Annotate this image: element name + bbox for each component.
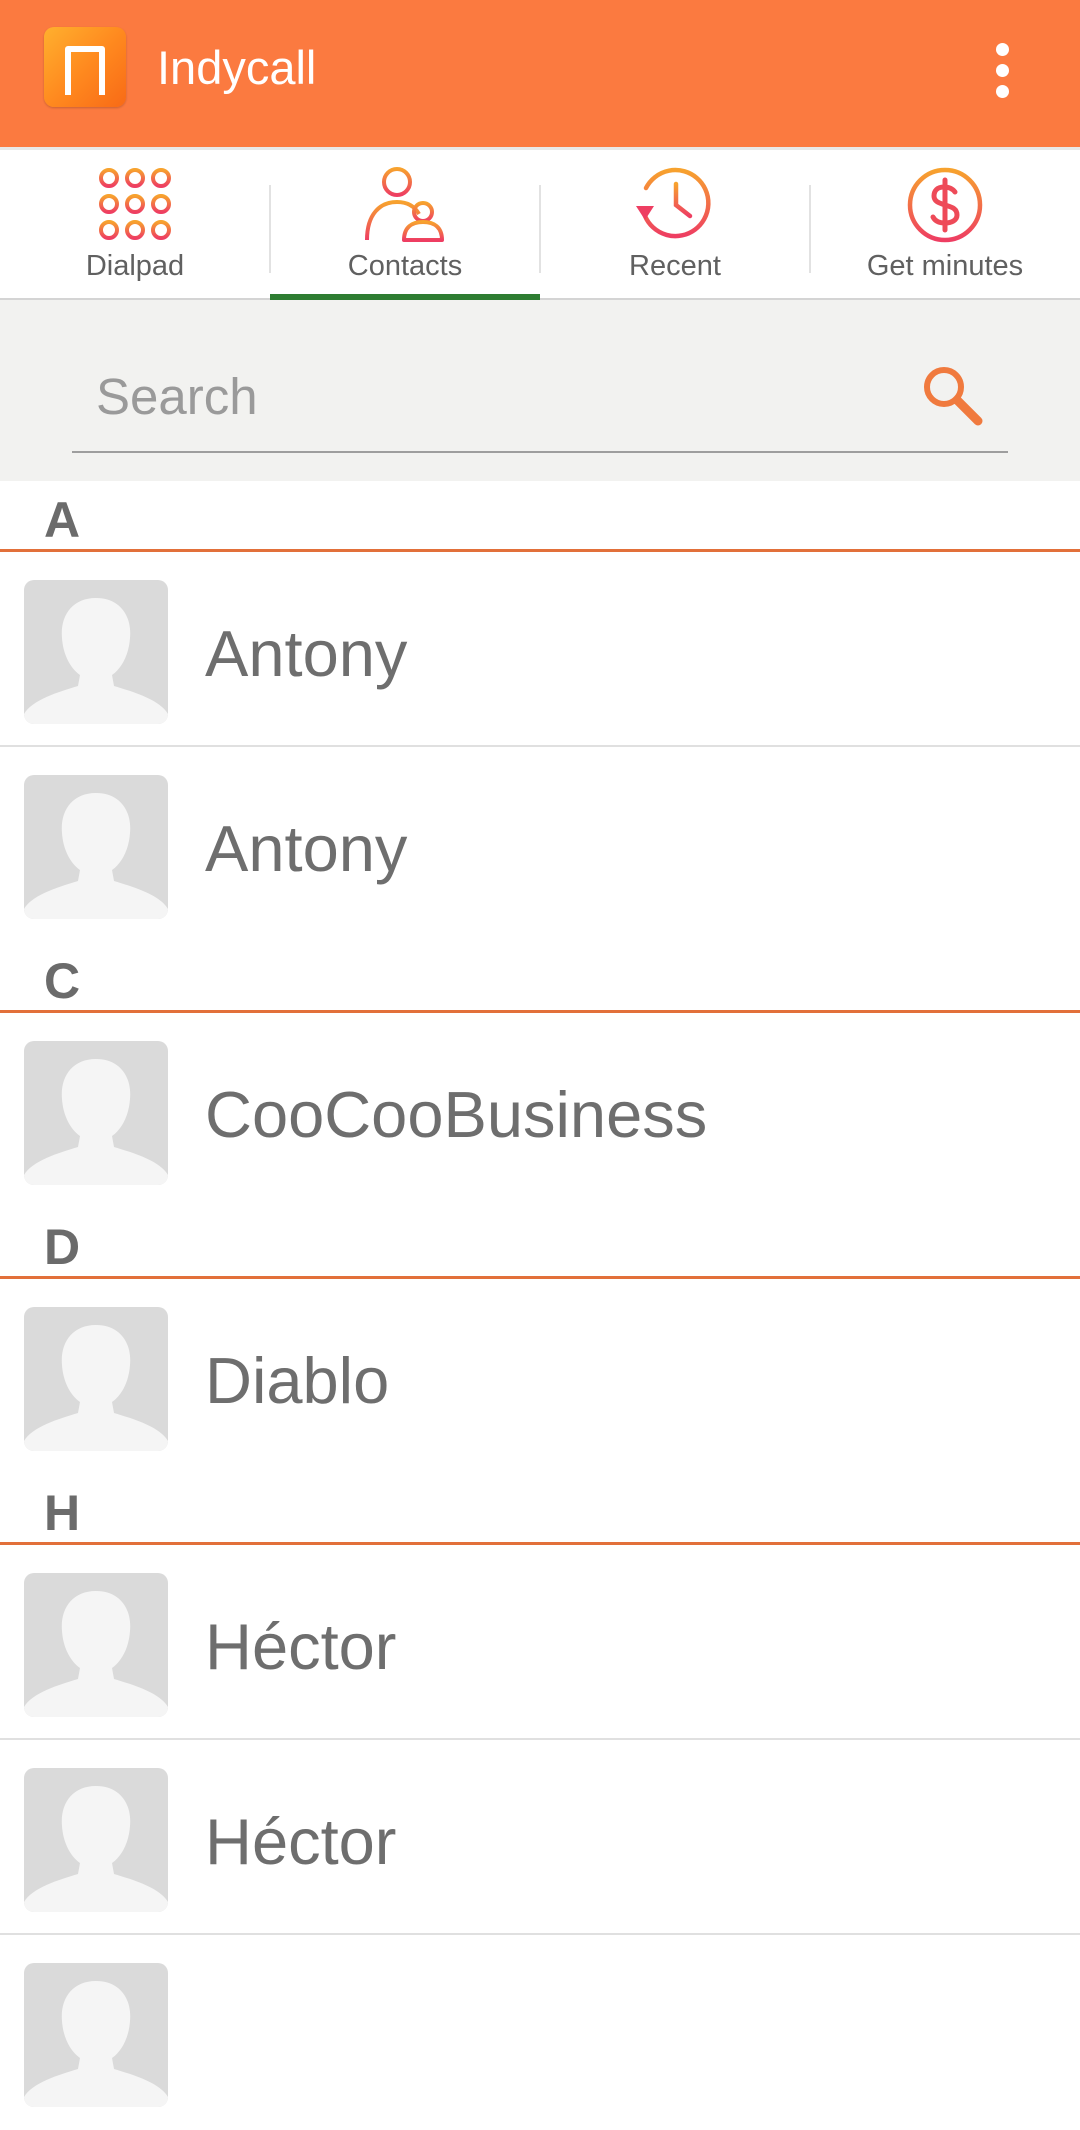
contact-name: Diablo <box>205 1344 390 1417</box>
contact-name: Antony <box>205 617 408 690</box>
tab-dialpad[interactable]: Dialpad <box>0 150 270 301</box>
list-item[interactable]: Diablo <box>0 1279 1080 1474</box>
section-header: H <box>0 1474 1080 1545</box>
list-item[interactable]: Héctor <box>0 1545 1080 1740</box>
dollar-coin-icon <box>907 167 983 243</box>
app-bar: Indycall <box>0 0 1080 147</box>
contact-name: Héctor <box>205 1805 397 1878</box>
tab-bar: Dialpad Contacts Recent Get minutes <box>0 147 1080 301</box>
tab-recent[interactable]: Recent <box>540 150 810 301</box>
tab-label: Get minutes <box>866 250 1024 282</box>
overflow-menu-button[interactable] <box>975 35 1029 105</box>
person-silhouette-icon <box>24 1325 168 1451</box>
section-header: D <box>0 1208 1080 1279</box>
section-letter: H <box>44 1485 81 1541</box>
section-letter: D <box>44 1219 81 1275</box>
tab-contacts[interactable]: Contacts <box>270 150 540 301</box>
more-dot-icon <box>995 42 1009 56</box>
list-item[interactable]: Héctor <box>0 1740 1080 1935</box>
app-title: Indycall <box>157 41 317 94</box>
list-item-partial[interactable] <box>0 1935 1080 2130</box>
list-item[interactable]: Antony <box>0 747 1080 942</box>
avatar <box>24 1963 168 2107</box>
avatar <box>24 1307 168 1451</box>
avatar <box>24 580 168 724</box>
contact-name: CooCooBusiness <box>205 1078 708 1151</box>
search-field-container <box>72 353 1008 453</box>
person-silhouette-icon <box>24 1591 168 1717</box>
search-bar <box>0 300 1080 481</box>
more-dot-icon <box>995 84 1009 98</box>
contact-name: Antony <box>205 812 408 885</box>
avatar <box>24 1768 168 1912</box>
person-silhouette-icon <box>24 1981 168 2107</box>
section-letter: A <box>44 492 81 548</box>
list-item[interactable]: Antony <box>0 552 1080 747</box>
tab-label: Recent <box>629 250 721 282</box>
contact-name: Héctor <box>205 1610 397 1683</box>
contact-list: A Antony Antony C CooCooBusiness D Diabl… <box>0 481 1080 2130</box>
list-item[interactable]: CooCooBusiness <box>0 1013 1080 1208</box>
avatar <box>24 1573 168 1717</box>
indycall-logo <box>44 27 126 107</box>
person-silhouette-icon <box>24 1059 168 1185</box>
section-header: C <box>0 942 1080 1013</box>
recent-history-icon <box>636 167 711 239</box>
search-icon[interactable] <box>920 363 986 429</box>
contacts-icon <box>365 167 444 242</box>
person-silhouette-icon <box>24 793 168 919</box>
tab-get-minutes[interactable]: Get minutes <box>810 150 1080 301</box>
avatar <box>24 775 168 919</box>
person-silhouette-icon <box>24 1786 168 1912</box>
section-header: A <box>0 481 1080 552</box>
dialpad-icon <box>99 168 171 240</box>
tab-label: Contacts <box>347 250 463 282</box>
section-letter: C <box>44 953 81 1009</box>
more-dot-icon <box>995 63 1009 77</box>
search-input[interactable] <box>96 361 896 431</box>
avatar <box>24 1041 168 1185</box>
person-silhouette-icon <box>24 598 168 724</box>
tab-label: Dialpad <box>85 250 185 282</box>
